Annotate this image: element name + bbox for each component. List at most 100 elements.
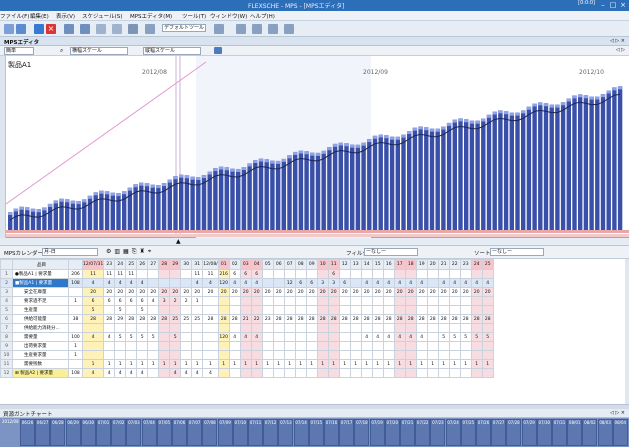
- grid-cell[interactable]: [283, 368, 296, 378]
- grid-cell[interactable]: [250, 341, 263, 351]
- grid-cell[interactable]: [305, 341, 318, 351]
- grid-cell[interactable]: 4: [103, 368, 116, 378]
- grid-cell[interactable]: 1: [470, 359, 483, 369]
- split-arrow-icon[interactable]: ▲: [176, 238, 181, 245]
- gantt-day-cell[interactable]: 07/17: [339, 419, 355, 446]
- grid-cell[interactable]: 1: [448, 359, 461, 369]
- grid-cell[interactable]: [338, 269, 351, 279]
- grid-cell[interactable]: 20: [250, 287, 263, 297]
- grid-cell[interactable]: [114, 341, 127, 351]
- grid-cell[interactable]: [360, 305, 373, 315]
- table-row[interactable]: 1 ●製品A1 | 要求量 206 11 11 11 11 11 11 216 6 6 6 6: [0, 269, 494, 279]
- grid-cell[interactable]: [338, 341, 351, 351]
- grid-cell[interactable]: [316, 368, 329, 378]
- grid-cell[interactable]: [426, 269, 439, 279]
- grid-cell[interactable]: 20: [294, 287, 307, 297]
- grid-cell[interactable]: [382, 296, 395, 306]
- grid-cell[interactable]: 1: [125, 359, 138, 369]
- grid-cell[interactable]: 4: [360, 278, 373, 288]
- gantt-day-cell[interactable]: 07/01: [96, 419, 111, 446]
- gantt-day-cell[interactable]: 06/28: [50, 419, 66, 446]
- grid-cell[interactable]: [459, 350, 472, 360]
- chart-icon[interactable]: [236, 24, 246, 34]
- grid-cell[interactable]: 6: [228, 269, 241, 279]
- menu-tools[interactable]: ツール(T): [182, 12, 206, 20]
- grid-cell[interactable]: 20: [217, 287, 230, 297]
- grid-cell[interactable]: 28: [481, 314, 494, 324]
- grid-cell[interactable]: [448, 269, 461, 279]
- grid-cell[interactable]: [272, 305, 285, 315]
- gantt-day-cell[interactable]: 07/04: [141, 419, 157, 446]
- grid-cell[interactable]: [169, 269, 182, 279]
- grid-cell[interactable]: 20: [180, 287, 193, 297]
- grid-cell[interactable]: [393, 368, 406, 378]
- grid-cell[interactable]: [261, 332, 274, 342]
- grid-cell[interactable]: [437, 323, 450, 333]
- grid-cell[interactable]: [327, 296, 340, 306]
- gantt-day-cell[interactable]: 07/14: [293, 419, 309, 446]
- row-label[interactable]: 供給可能量: [12, 314, 69, 324]
- grid-cell[interactable]: 28: [217, 314, 230, 324]
- grid-cell[interactable]: [327, 341, 340, 351]
- grid-cell[interactable]: 4: [136, 368, 149, 378]
- grid-cell[interactable]: 25: [169, 314, 182, 324]
- grid-cell[interactable]: [371, 296, 384, 306]
- gantt-day-cell[interactable]: 07/05: [156, 419, 172, 446]
- grid-cell[interactable]: [327, 305, 340, 315]
- grid-cell[interactable]: 4: [404, 332, 417, 342]
- grid-cell[interactable]: 4: [393, 332, 406, 342]
- grid-cell[interactable]: 20: [371, 287, 384, 297]
- row-label[interactable]: 安全在庫量: [12, 287, 69, 297]
- grid-cell[interactable]: [191, 323, 204, 333]
- grid-cell[interactable]: 4: [202, 368, 219, 378]
- grid-cell[interactable]: 28: [371, 314, 384, 324]
- grid-cell[interactable]: 28: [349, 314, 362, 324]
- delete-icon[interactable]: ×: [46, 24, 56, 34]
- grid-cell[interactable]: [305, 332, 318, 342]
- grid-cell[interactable]: 4: [371, 278, 384, 288]
- grid-cell[interactable]: 4: [393, 278, 406, 288]
- grid-cell[interactable]: 28: [382, 314, 395, 324]
- grid-cell[interactable]: 5: [81, 305, 105, 315]
- grid-cell[interactable]: [470, 368, 483, 378]
- grid-cell[interactable]: [283, 305, 296, 315]
- row-label[interactable]: 生産量: [12, 305, 69, 315]
- grid-cell[interactable]: 6: [338, 278, 351, 288]
- grid-cell[interactable]: [349, 368, 362, 378]
- menu-edit[interactable]: 編集(E): [30, 12, 49, 20]
- grid-cell[interactable]: 20: [228, 287, 241, 297]
- gantt-day-cell[interactable]: 07/31: [552, 419, 567, 446]
- grid-cell[interactable]: 4: [448, 278, 461, 288]
- grid-cell[interactable]: [158, 350, 171, 360]
- grid-cell[interactable]: [114, 323, 127, 333]
- grid-cell[interactable]: 6: [81, 296, 105, 306]
- grid-cell[interactable]: 1: [228, 359, 241, 369]
- bar-icon[interactable]: [252, 24, 262, 34]
- grid-cell[interactable]: 11: [202, 269, 219, 279]
- grid-cell[interactable]: [81, 350, 105, 360]
- gantt-day-cell[interactable]: 06/27: [35, 419, 51, 446]
- gantt-day-cell[interactable]: 08/01: [567, 419, 583, 446]
- grid-cell[interactable]: [481, 368, 494, 378]
- grid-cell[interactable]: [125, 323, 138, 333]
- grid-cell[interactable]: 28: [158, 314, 171, 324]
- row-label[interactable]: ●製品A1 | 要求量: [12, 269, 69, 279]
- table-row[interactable]: 10 生産要求量 1: [0, 350, 494, 360]
- grid-cell[interactable]: [404, 341, 417, 351]
- grid-cell[interactable]: [459, 323, 472, 333]
- gantt-day-cell[interactable]: 07/11: [248, 419, 263, 446]
- grid-cell[interactable]: 20: [349, 287, 362, 297]
- grid-cell[interactable]: [202, 350, 219, 360]
- grid-cell[interactable]: 1: [294, 359, 307, 369]
- grid-cell[interactable]: [147, 305, 160, 315]
- grid-cell[interactable]: [180, 278, 193, 288]
- grid-cell[interactable]: 4: [202, 278, 219, 288]
- grid-cell[interactable]: [250, 368, 263, 378]
- grid-cell[interactable]: [217, 368, 230, 378]
- grid-cell[interactable]: [250, 323, 263, 333]
- table-row[interactable]: 12 ⊞ 製品A2 | 要求量 108 4 4 4 4 4 4 4 4 4: [0, 368, 494, 378]
- grid-cell[interactable]: [202, 332, 219, 342]
- grid-cell[interactable]: [202, 296, 219, 306]
- grid-cell[interactable]: 1: [191, 296, 204, 306]
- grid-cell[interactable]: 28: [470, 314, 483, 324]
